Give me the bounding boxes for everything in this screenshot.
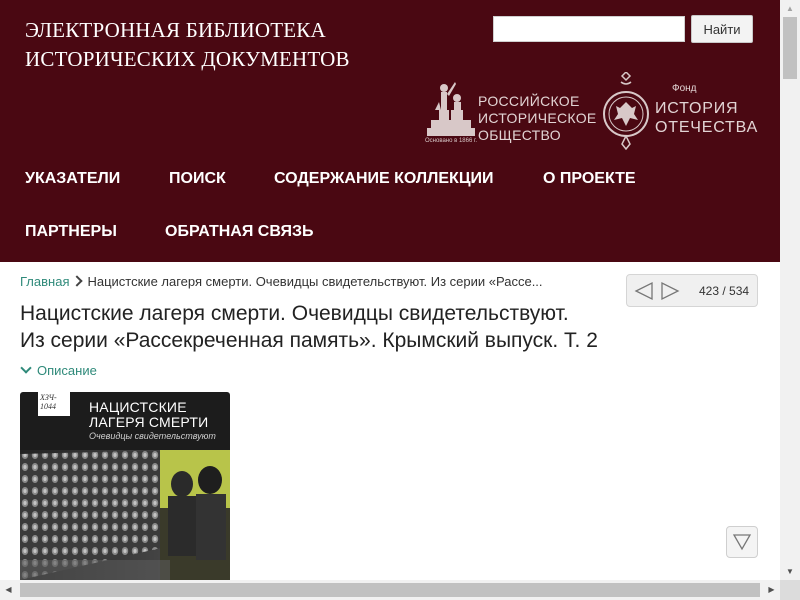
cover-catalog-tag-text: ХЗЧ- 1044	[40, 393, 57, 411]
scroll-down-button[interactable]	[726, 526, 758, 558]
rio-founded: Основано в 1866 г.	[425, 138, 478, 144]
triangle-left-icon	[634, 281, 653, 301]
rio-logo-text: РОССИЙСКОЕ ИСТОРИЧЕСКОЕ ОБЩЕСТВО	[478, 93, 597, 144]
nav-item-about[interactable]: О ПРОЕКТЕ	[543, 170, 636, 188]
pager-count: 423 / 534	[699, 284, 750, 298]
document-cover-image[interactable]: ХЗЧ- 1044 НАЦИСТСКИЕ ЛАГЕРЯ СМЕРТИ Очеви…	[20, 392, 230, 580]
nav-item-feedback[interactable]: ОБРАТНАЯ СВЯЗЬ	[165, 223, 314, 241]
breadcrumb-current: Нацистские лагеря смерти. Очевидцы свиде…	[87, 274, 543, 289]
nav-item-partners[interactable]: ПАРТНЕРЫ	[25, 223, 117, 241]
chevron-right-icon	[71, 275, 84, 287]
scroll-down-arrow-icon[interactable]: ▼	[780, 563, 800, 580]
previous-document-button[interactable]	[633, 281, 655, 301]
cover-title: НАЦИСТСКИЕ ЛАГЕРЯ СМЕРТИ	[89, 400, 208, 430]
description-toggle[interactable]: Описание	[20, 362, 97, 378]
scroll-left-arrow-icon[interactable]: ◀	[0, 580, 17, 600]
rio-logo-line-1: РОССИЙСКОЕ	[478, 93, 580, 109]
fond-logo-line-2: ОТЕЧЕСТВА	[655, 119, 759, 136]
scroll-right-arrow-icon[interactable]: ▶	[763, 580, 780, 600]
site-title[interactable]: ЭЛЕКТРОННАЯ БИБЛИОТЕКА ИСТОРИЧЕСКИХ ДОКУ…	[25, 16, 445, 74]
document-title: Нацистские лагеря смерти. Очевидцы свиде…	[20, 300, 760, 354]
document-title-line-1: Нацистские лагеря смерти. Очевидцы свиде…	[20, 302, 569, 325]
triangle-right-icon	[661, 281, 680, 301]
monument-icon	[427, 82, 475, 136]
site-header: ЭЛЕКТРОННАЯ БИБЛИОТЕКА ИСТОРИЧЕСКИХ ДОКУ…	[0, 0, 780, 262]
cover-tag-line-1: ХЗЧ-	[40, 393, 57, 402]
next-document-button[interactable]	[659, 281, 681, 301]
rio-logo-line-2: ИСТОРИЧЕСКОЕ	[478, 110, 597, 126]
fond-logo-text: ИСТОРИЯ ОТЕЧЕСТВА	[655, 99, 758, 137]
fond-logo-line-1: ИСТОРИЯ	[655, 100, 739, 117]
site-title-line-2: ИСТОРИЧЕСКИХ ДОКУМЕНТОВ	[25, 47, 350, 71]
search-input[interactable]	[493, 16, 685, 42]
rio-logo[interactable]: РОССИЙСКОЕ ИСТОРИЧЕСКОЕ ОБЩЕСТВО Основан…	[425, 80, 596, 144]
scrollbar-corner	[780, 580, 800, 600]
vertical-scrollbar[interactable]: ▲ ▼	[780, 0, 800, 580]
cover-subtitle: Очевидцы свидетельствуют	[89, 431, 216, 441]
cover-photo	[20, 450, 230, 580]
breadcrumb: Главная Нацистские лагеря смерти. Очевидц…	[20, 274, 543, 289]
fond-logo-small: Фонд	[672, 83, 697, 94]
document-title-line-2: Из серии «Рассекреченная память». Крымск…	[20, 329, 598, 352]
breadcrumb-home-link[interactable]: Главная	[20, 274, 69, 289]
order-emblem-icon	[603, 72, 649, 150]
rio-logo-line-3: ОБЩЕСТВО	[478, 127, 561, 143]
cover-title-line-2: ЛАГЕРЯ СМЕРТИ	[89, 414, 209, 430]
nav-item-search[interactable]: ПОИСК	[169, 170, 226, 188]
cover-title-line-1: НАЦИСТСКИЕ	[89, 399, 187, 415]
vertical-scrollbar-thumb[interactable]	[783, 17, 797, 79]
site-title-line-1: ЭЛЕКТРОННАЯ БИБЛИОТЕКА	[25, 18, 326, 42]
description-toggle-label: Описание	[37, 363, 97, 378]
nav-item-indexes[interactable]: УКАЗАТЕЛИ	[25, 170, 120, 188]
fond-logo[interactable]: Фонд ИСТОРИЯ ОТЕЧЕСТВА	[602, 72, 757, 150]
cover-tag-line-2: 1044	[40, 402, 56, 411]
horizontal-scrollbar-thumb[interactable]	[20, 583, 760, 597]
triangle-down-icon	[732, 534, 752, 551]
scroll-up-arrow-icon[interactable]: ▲	[780, 0, 800, 17]
nav-item-collection-contents[interactable]: СОДЕРЖАНИЕ КОЛЛЕКЦИИ	[274, 170, 494, 188]
horizontal-scrollbar[interactable]: ◀ ▶	[0, 580, 780, 600]
search-button[interactable]: Найти	[691, 15, 753, 43]
chevron-down-icon	[20, 362, 32, 374]
